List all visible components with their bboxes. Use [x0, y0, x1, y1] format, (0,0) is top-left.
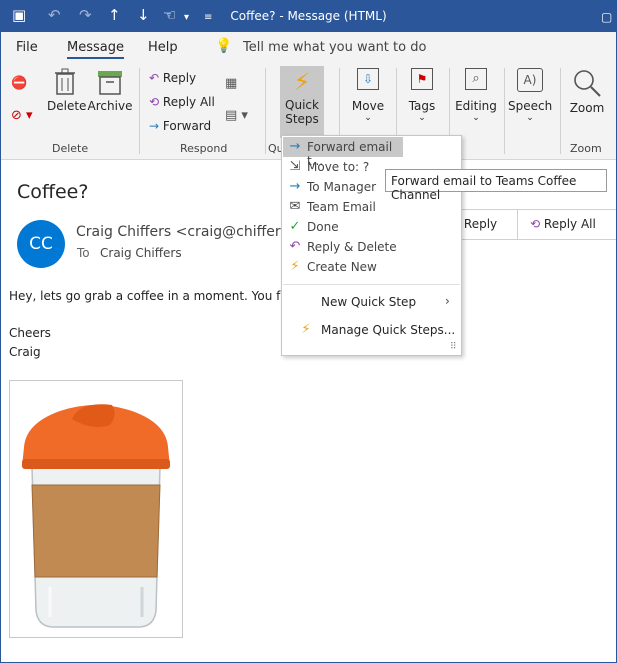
menu-item-reply-delete[interactable]: ↶ Reply & Delete	[283, 237, 460, 257]
delete-button[interactable]: Delete	[47, 68, 87, 113]
lightning-icon: ⚡	[293, 68, 311, 96]
reply-actions: ↶ Reply ⟲ Reply All	[441, 209, 616, 240]
coffee-cup-image[interactable]	[9, 380, 183, 638]
respond-group-label: Respond	[180, 142, 228, 155]
editing-button[interactable]: ⌕ Editing ⌄	[454, 68, 498, 123]
reply-all-icon: ⟲	[530, 217, 541, 231]
editing-dropdown-icon: ⌄	[472, 113, 480, 123]
editing-label: Editing	[455, 99, 497, 113]
menu-item-label: Create New	[307, 260, 377, 274]
menu-item-label: Move to: ?	[307, 160, 370, 174]
forward-button[interactable]: → Forward	[149, 119, 211, 133]
tab-message[interactable]: Message	[67, 40, 124, 59]
menu-item-create-new[interactable]: ⚡ Create New	[283, 257, 460, 277]
more-respond-icon[interactable]: ▤ ▾	[225, 108, 248, 123]
move-button[interactable]: ⇩ Move ⌄	[349, 68, 387, 123]
restore-icon[interactable]: ▢	[601, 8, 612, 26]
tab-help[interactable]: Help	[148, 40, 178, 55]
quick-steps-label-2: Steps	[285, 112, 319, 126]
meeting-icon[interactable]: ▦	[225, 76, 237, 91]
zoom-label: Zoom	[569, 101, 605, 115]
trash-icon	[55, 68, 75, 95]
magnifier-icon	[574, 70, 601, 97]
find-icon: ⌕	[465, 68, 487, 90]
zoom-group-label: Zoom	[570, 142, 602, 155]
menu-item-done[interactable]: ✓ Done	[283, 217, 460, 237]
menu-item-forward-email[interactable]: → Forward email t...	[283, 137, 403, 168]
archive-button[interactable]: Archive	[87, 68, 133, 113]
quick-steps-button[interactable]: ⚡ Quick Steps	[280, 66, 324, 138]
reply-all-action-label: Reply All	[543, 217, 596, 231]
tab-file[interactable]: File	[16, 40, 38, 55]
speech-button[interactable]: A) Speech ⌄	[508, 68, 552, 123]
lightning-plus-icon: ⚡	[290, 259, 300, 274]
to-label: To	[77, 246, 90, 260]
read-aloud-icon: A)	[517, 68, 543, 92]
body-text: Hey, lets go grab a coffee in a moment. …	[9, 289, 286, 303]
forward-icon: →	[289, 179, 301, 194]
resize-grip-icon[interactable]: ⠿	[450, 342, 457, 352]
move-dropdown-icon: ⌄	[364, 113, 372, 123]
body-signature: Craig	[9, 345, 41, 359]
lightbulb-icon: 💡	[215, 38, 233, 54]
outlook-message-window: ▣ ↶ ↷ ↑ ↓ ☜ ▾ ≡ Coffee? - Message (HTML)…	[0, 0, 617, 663]
menu-item-label: Reply & Delete	[307, 240, 397, 254]
reply-label: Reply	[162, 71, 197, 85]
forward-label: Forward	[162, 119, 212, 133]
manage-quick-steps-label: Manage Quick Steps...	[321, 323, 456, 337]
quick-steps-label-1: Quick	[285, 98, 319, 112]
reply-action-label: Reply	[463, 217, 498, 231]
menu-divider	[283, 284, 460, 285]
title-bar: ▣ ↶ ↷ ↑ ↓ ☜ ▾ ≡ Coffee? - Message (HTML)…	[1, 1, 616, 32]
tags-label: Tags	[408, 99, 436, 113]
menu-item-label: Team Email	[307, 200, 376, 214]
junk-icon[interactable]: ⊘ ▾	[11, 108, 33, 123]
move-label: Move	[351, 99, 385, 113]
checkmark-icon: ✓	[289, 219, 301, 234]
envelope-icon: ✉	[289, 199, 301, 214]
chevron-right-icon: ›	[445, 294, 450, 308]
coffee-cup-picture	[22, 404, 170, 628]
recipient: Craig Chiffers	[100, 246, 182, 260]
speech-label: Speech	[508, 99, 553, 113]
archive-label: Archive	[87, 99, 133, 113]
forward-icon: →	[149, 119, 160, 133]
menu-item-new-quick-step[interactable]: New Quick Step ›	[283, 291, 460, 313]
reply-icon: ↶	[149, 71, 160, 85]
sender: Craig Chiffers <craig@chiffers.c	[76, 224, 301, 240]
body-signoff: Cheers	[9, 326, 51, 340]
reply-all-icon: ⟲	[149, 95, 160, 109]
ignore-icon[interactable]: ⛔	[11, 76, 27, 91]
delete-group-label: Delete	[52, 142, 89, 155]
speech-dropdown-icon: ⌄	[526, 113, 534, 123]
menu-item-label: Done	[307, 220, 339, 234]
tell-me-search[interactable]: Tell me what you want to do	[243, 40, 426, 55]
window-title: Coffee? - Message (HTML)	[230, 9, 387, 23]
zoom-button[interactable]: Zoom	[566, 68, 608, 115]
manage-lightning-icon: ⚡	[301, 322, 311, 337]
menu-item-label: To Manager	[307, 180, 377, 194]
message-subject: Coffee?	[17, 181, 89, 203]
reply-button[interactable]: ↶ Reply	[149, 71, 196, 85]
tooltip: Forward email to Teams Coffee Channel	[385, 169, 607, 202]
reply-all-button[interactable]: ⟲ Reply All	[149, 95, 215, 109]
delete-label: Delete	[47, 99, 87, 113]
tags-dropdown-icon: ⌄	[418, 113, 426, 123]
forward-icon: →	[289, 139, 301, 154]
reply-all-label: Reply All	[162, 95, 215, 109]
avatar: CC	[17, 220, 65, 268]
reply-all-action-button[interactable]: ⟲ Reply All	[528, 210, 596, 239]
reply-icon: ↶	[289, 239, 301, 254]
menu-item-manage-quick-steps[interactable]: ⚡ Manage Quick Steps...	[283, 319, 460, 341]
new-quick-step-label: New Quick Step	[321, 295, 417, 309]
move-icon: ⇩	[357, 68, 379, 90]
tags-button[interactable]: ⚑ Tags ⌄	[404, 68, 440, 123]
ribbon-tabs: File Message Help 💡 Tell me what you wan…	[1, 32, 616, 62]
archive-icon	[98, 71, 122, 95]
move-folder-icon: ⇲	[289, 159, 301, 174]
flag-icon: ⚑	[411, 68, 433, 90]
